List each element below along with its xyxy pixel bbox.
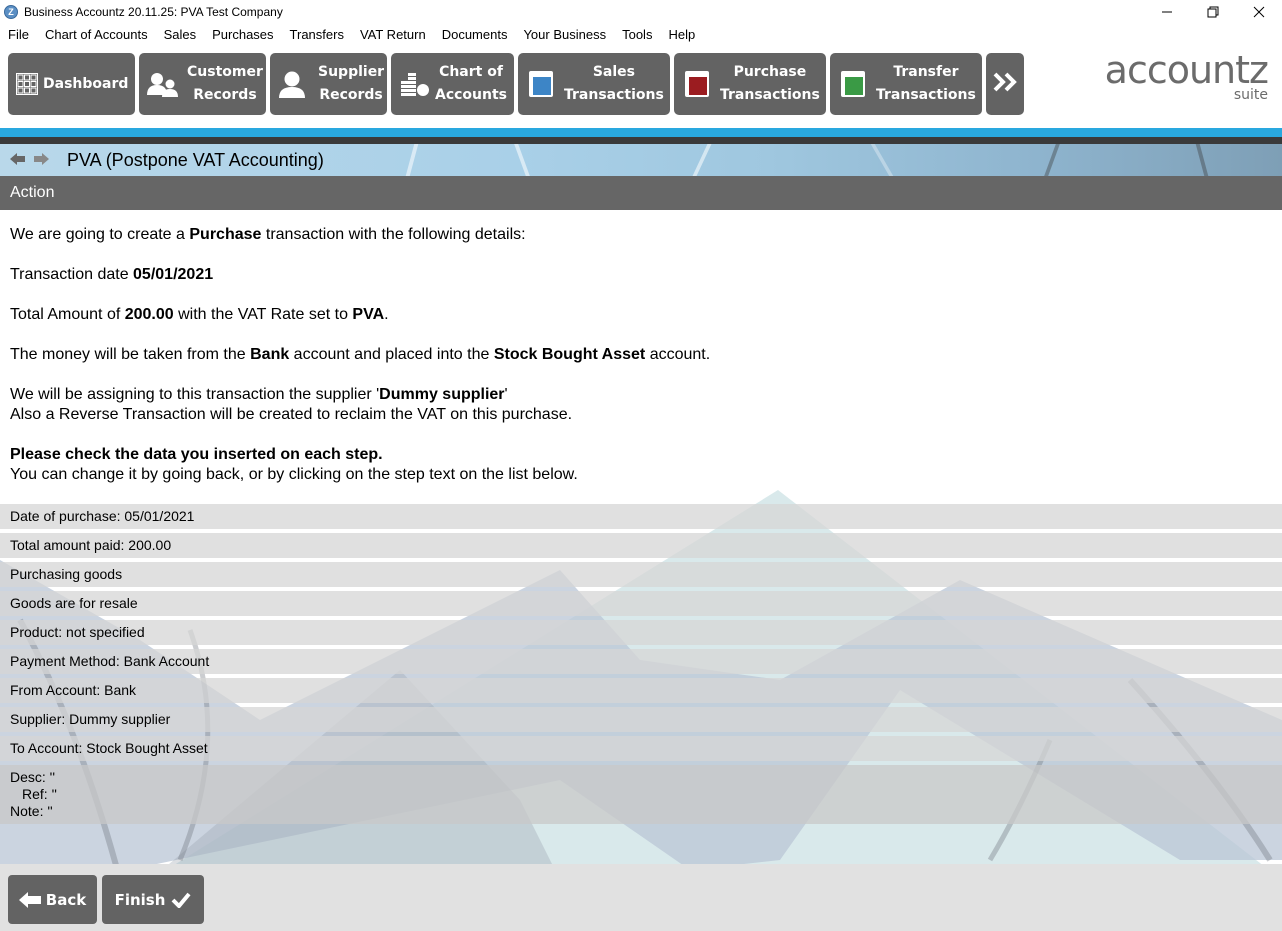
back-button[interactable]: Back: [8, 875, 97, 924]
sales-transactions-button[interactable]: Sales Transactions: [518, 53, 670, 115]
customer-records-button[interactable]: Customer Records: [139, 53, 266, 115]
ref-text: Ref: '': [22, 786, 57, 802]
window-title: Business Accountz 20.11.25: PVA Test Com…: [24, 5, 283, 19]
customer-label-1: Customer: [187, 64, 263, 80]
summary-item[interactable]: From Account: Bank: [0, 678, 1282, 703]
description: We are going to create a Purchase transa…: [10, 225, 1270, 505]
summary-item[interactable]: Purchasing goods: [0, 562, 1282, 587]
purchase-transactions-button[interactable]: Purchase Transactions: [674, 53, 826, 115]
summary-item[interactable]: Goods are for resale: [0, 591, 1282, 616]
summary-item-notes[interactable]: Desc: '' Ref: '' Note: '': [0, 765, 1282, 824]
check-instructions: Please check the data you inserted on ea…: [10, 446, 578, 483]
purchase-label-1: Purchase: [733, 64, 807, 80]
customer-label-2: Records: [193, 87, 257, 103]
summary-list: Date of purchase: 05/01/2021 Total amoun…: [0, 504, 1282, 824]
coins-icon: [399, 72, 431, 96]
logo-main: accountz: [1104, 48, 1269, 92]
back-arrow-icon[interactable]: [10, 152, 26, 168]
menu-documents[interactable]: Documents: [442, 27, 508, 42]
supplier-label-2: Records: [319, 87, 383, 103]
summary-item[interactable]: Supplier: Dummy supplier: [0, 707, 1282, 732]
purchase-label-2: Transactions: [720, 87, 820, 103]
more-toolbar-button[interactable]: [986, 53, 1024, 115]
page-title: PVA (Postpone VAT Accounting): [67, 150, 324, 170]
menu-help[interactable]: Help: [668, 27, 695, 42]
summary-item[interactable]: Date of purchase: 05/01/2021: [0, 504, 1282, 529]
grid-icon: [16, 73, 38, 95]
transaction-date-text: Transaction date 05/01/2021: [10, 266, 214, 283]
amount-text: Total Amount of 200.00 with the VAT Rate…: [10, 306, 389, 323]
chart-of-accounts-button[interactable]: Chart of Accounts: [391, 53, 514, 115]
sales-label-1: Sales: [592, 64, 635, 80]
checkmark-icon: [171, 892, 191, 908]
menu-purchases[interactable]: Purchases: [212, 27, 273, 42]
transfer-transactions-button[interactable]: Transfer Transactions: [830, 53, 982, 115]
accent-band: [0, 128, 1282, 137]
arrow-left-icon: [18, 891, 41, 908]
coa-label-1: Chart of: [439, 64, 503, 80]
menu-bar: File Chart of Accounts Sales Purchases T…: [0, 24, 1282, 44]
menu-your-business[interactable]: Your Business: [523, 27, 606, 42]
double-chevron-right-icon: [992, 71, 1018, 97]
supplier-records-button[interactable]: Supplier Records: [270, 53, 387, 115]
minimize-button[interactable]: [1144, 0, 1190, 24]
coa-label-2: Accounts: [435, 87, 508, 103]
finish-button[interactable]: Finish: [102, 875, 204, 924]
dashboard-button[interactable]: Dashboard: [8, 53, 135, 115]
dark-band: [0, 137, 1282, 144]
customers-icon: [147, 71, 179, 97]
intro-text: We are going to create a Purchase transa…: [10, 226, 526, 243]
back-label: Back: [45, 890, 87, 909]
finish-label: Finish: [114, 890, 166, 909]
restore-button[interactable]: [1190, 0, 1236, 24]
summary-item[interactable]: Product: not specified: [0, 620, 1282, 645]
accounts-text: The money will be taken from the Bank ac…: [10, 346, 711, 363]
title-bar: Z Business Accountz 20.11.25: PVA Test C…: [0, 0, 1282, 24]
summary-item[interactable]: To Account: Stock Bought Asset: [0, 736, 1282, 761]
supplier-text: We will be assigning to this transaction…: [10, 386, 573, 423]
menu-file[interactable]: File: [8, 27, 29, 42]
close-button[interactable]: [1236, 0, 1282, 24]
accountz-logo: accountz suite: [1104, 48, 1269, 102]
menu-sales[interactable]: Sales: [164, 27, 197, 42]
menu-tools[interactable]: Tools: [622, 27, 652, 42]
sales-book-icon: [528, 70, 554, 98]
app-icon: Z: [4, 5, 18, 19]
menu-transfers[interactable]: Transfers: [290, 27, 344, 42]
section-header: Action: [0, 176, 1282, 210]
page-header: PVA (Postpone VAT Accounting): [0, 144, 1282, 176]
note-text: Note: '': [10, 803, 53, 819]
menu-vat-return[interactable]: VAT Return: [360, 27, 426, 42]
main-toolbar: Dashboard Customer Records Supplier Record…: [8, 53, 1028, 115]
forward-arrow-icon[interactable]: [34, 152, 50, 168]
supplier-icon: [278, 70, 306, 98]
dashboard-label: Dashboard: [43, 75, 129, 92]
supplier-label-1: Supplier: [318, 64, 385, 80]
purchase-book-icon: [684, 70, 710, 98]
transfer-book-icon: [840, 70, 866, 98]
summary-item[interactable]: Payment Method: Bank Account: [0, 649, 1282, 674]
transfer-label-2: Transactions: [876, 87, 976, 103]
footer-bar: Back Finish: [0, 864, 1282, 931]
desc-text: Desc: '': [10, 769, 56, 785]
transfer-label-1: Transfer: [893, 64, 959, 80]
menu-chart-of-accounts[interactable]: Chart of Accounts: [45, 27, 148, 42]
sales-label-2: Transactions: [564, 87, 664, 103]
summary-item[interactable]: Total amount paid: 200.00: [0, 533, 1282, 558]
